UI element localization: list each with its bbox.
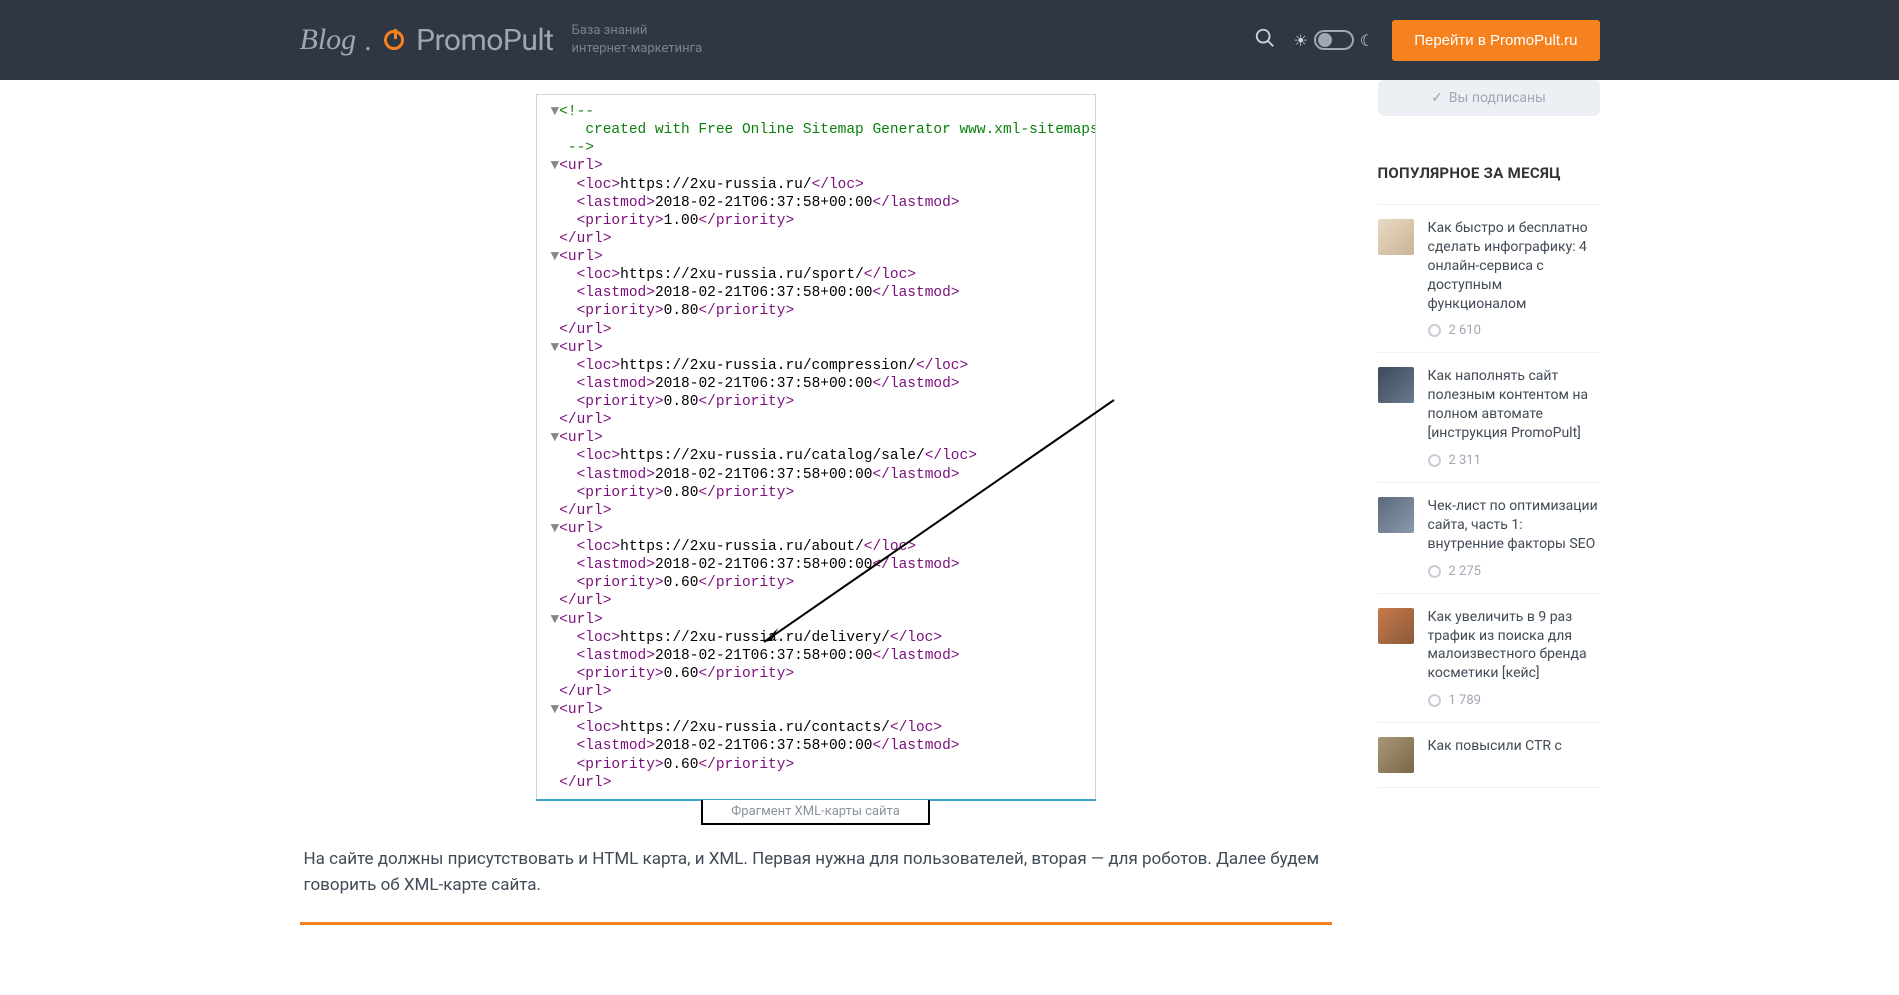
- popular-title: Как быстро и бесплатно сделать инфографи…: [1428, 219, 1600, 313]
- tagline-line2: интернет-маркетинга: [572, 40, 703, 58]
- logo-brand-text: PromoPult: [416, 23, 553, 58]
- popular-item[interactable]: Как быстро и бесплатно сделать инфографи…: [1378, 204, 1600, 352]
- site-header: Blog. PromoPult База знаний интернет-мар…: [0, 0, 1899, 80]
- popular-item[interactable]: Как наполнять сайт полезным контентом на…: [1378, 352, 1600, 482]
- popular-views: 2 275: [1449, 564, 1481, 579]
- logo-blog-text: Blog: [300, 23, 357, 57]
- subscribe-status[interactable]: ✓ Вы подписаны: [1378, 80, 1600, 116]
- comments-icon: [1428, 454, 1441, 467]
- subscribe-label: Вы подписаны: [1449, 90, 1546, 106]
- section-divider: [300, 922, 1332, 925]
- comments-icon: [1428, 324, 1441, 337]
- popular-item[interactable]: Как повысили CTR с: [1378, 722, 1600, 788]
- popular-thumb: [1378, 737, 1414, 773]
- tagline-line1: База знаний: [572, 22, 703, 40]
- popular-item[interactable]: Как увеличить в 9 раз трафик из поиска д…: [1378, 593, 1600, 723]
- cta-button[interactable]: Перейти в PromoPult.ru: [1392, 20, 1599, 61]
- popular-views: 2 610: [1449, 323, 1481, 338]
- image-caption: Фрагмент XML-карты сайта: [701, 800, 930, 825]
- article-main: ▼<!-- created with Free Online Sitemap G…: [300, 80, 1332, 925]
- popular-thumb: [1378, 497, 1414, 533]
- popular-title: Как наполнять сайт полезным контентом на…: [1428, 367, 1600, 443]
- popular-title: Как увеличить в 9 раз трафик из поиска д…: [1428, 608, 1600, 684]
- popular-thumb: [1378, 367, 1414, 403]
- popular-views: 2 311: [1449, 453, 1481, 468]
- sidebar: ✓ Вы подписаны ПОПУЛЯРНОЕ ЗА МЕСЯЦ Как бы…: [1378, 80, 1600, 925]
- popular-views: 1 789: [1449, 693, 1481, 708]
- popular-meta: 1 789: [1428, 693, 1600, 708]
- popular-meta: 2 275: [1428, 564, 1600, 579]
- sun-icon: ☀: [1294, 31, 1308, 50]
- article-paragraph: На сайте должны присутствовать и HTML ка…: [300, 846, 1332, 899]
- comments-icon: [1428, 565, 1441, 578]
- popular-meta: 2 311: [1428, 453, 1600, 468]
- popular-thumb: [1378, 608, 1414, 644]
- theme-toggle[interactable]: [1314, 30, 1354, 50]
- site-logo[interactable]: Blog. PromoPult: [300, 23, 554, 58]
- moon-icon: ☾: [1360, 31, 1374, 50]
- popular-title: Как повысили CTR с: [1428, 737, 1600, 756]
- check-icon: ✓: [1431, 90, 1443, 106]
- search-icon[interactable]: [1254, 27, 1276, 54]
- popular-title: Чек-лист по оптимизации сайта, часть 1: …: [1428, 497, 1600, 554]
- logo-o-icon: [384, 30, 404, 50]
- sitemap-xml-snippet: ▼<!-- created with Free Online Sitemap G…: [536, 94, 1096, 801]
- popular-item[interactable]: Чек-лист по оптимизации сайта, часть 1: …: [1378, 482, 1600, 593]
- comments-icon: [1428, 694, 1441, 707]
- popular-thumb: [1378, 219, 1414, 255]
- theme-switcher[interactable]: ☀ ☾: [1294, 30, 1375, 50]
- sidebar-popular-title: ПОПУЛЯРНОЕ ЗА МЕСЯЦ: [1378, 164, 1600, 182]
- popular-meta: 2 610: [1428, 323, 1600, 338]
- tagline: База знаний интернет-маркетинга: [572, 22, 703, 57]
